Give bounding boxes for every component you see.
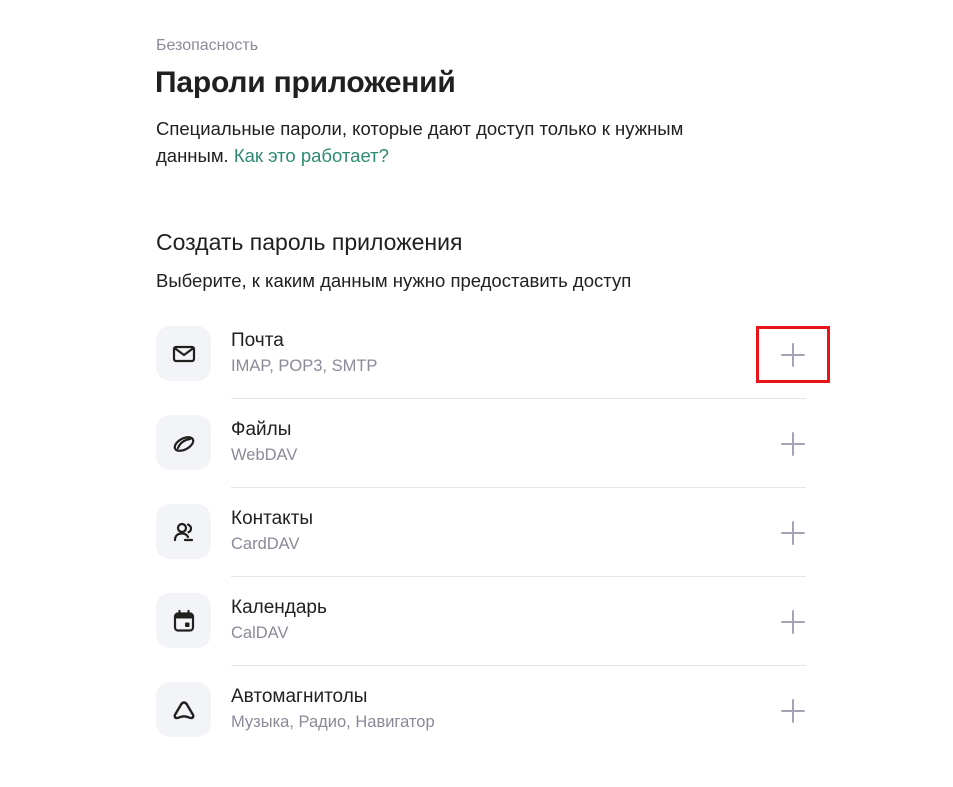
item-title: Контакты xyxy=(231,508,314,529)
mail-icon xyxy=(156,326,211,381)
add-mail-password-button[interactable] xyxy=(756,326,830,383)
contacts-icon xyxy=(156,504,211,559)
add-car-audio-password-button[interactable] xyxy=(756,682,830,739)
list-item-car-audio[interactable]: Автомагнитолы Музыка, Радио, Навигатор xyxy=(156,666,806,755)
item-title: Календарь xyxy=(231,597,327,618)
disk-icon xyxy=(156,415,211,470)
item-subtitle: CardDAV xyxy=(231,535,300,553)
calendar-icon xyxy=(156,593,211,648)
add-files-password-button[interactable] xyxy=(756,415,830,472)
section-subtitle: Выберите, к каким данным нужно предостав… xyxy=(156,270,632,291)
how-it-works-link[interactable]: Как это работает? xyxy=(234,145,389,166)
access-type-list: Почта IMAP, POP3, SMTP Файлы WebDAV Конт… xyxy=(156,310,830,755)
list-item-files[interactable]: Файлы WebDAV xyxy=(156,399,806,488)
list-item-contacts[interactable]: Контакты CardDAV xyxy=(156,488,806,577)
item-subtitle: Музыка, Радио, Навигатор xyxy=(231,713,435,731)
item-subtitle: IMAP, POP3, SMTP xyxy=(231,357,378,375)
page-title: Пароли приложений xyxy=(155,66,456,99)
section-title: Создать пароль приложения xyxy=(156,229,463,255)
item-subtitle: CalDAV xyxy=(231,624,289,642)
plus-icon xyxy=(781,609,805,634)
item-title: Автомагнитолы xyxy=(231,686,368,707)
plus-icon xyxy=(781,342,805,367)
item-title: Файлы xyxy=(231,419,292,440)
plus-icon xyxy=(781,698,805,723)
list-item-mail[interactable]: Почта IMAP, POP3, SMTP xyxy=(156,310,830,399)
car-audio-icon xyxy=(156,682,211,737)
item-title: Почта xyxy=(231,330,284,351)
app-passwords-page: Безопасность Пароли приложений Специальн… xyxy=(0,0,953,787)
list-item-calendar[interactable]: Календарь CalDAV xyxy=(156,577,806,666)
plus-icon xyxy=(781,520,805,545)
add-calendar-password-button[interactable] xyxy=(756,593,830,650)
item-subtitle: WebDAV xyxy=(231,446,298,464)
page-description: Специальные пароли, которые дают доступ … xyxy=(156,115,756,169)
add-contacts-password-button[interactable] xyxy=(756,504,830,561)
breadcrumb[interactable]: Безопасность xyxy=(156,37,258,55)
plus-icon xyxy=(781,431,805,456)
